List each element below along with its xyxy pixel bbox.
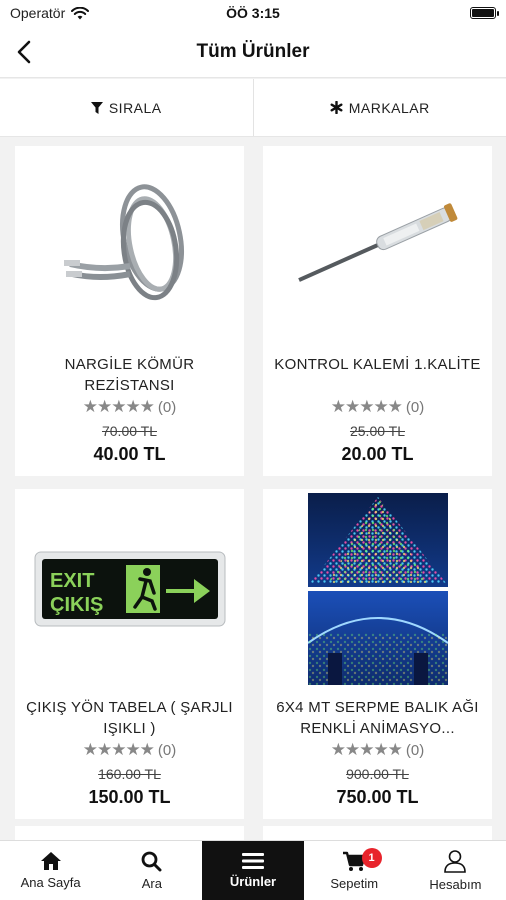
product-price: 40.00 TL [93,444,166,464]
tab-cart[interactable]: 1 Sepetim [304,841,405,900]
exit-sign-icon: EXIT ÇIKIŞ [34,551,225,627]
product-name: ÇIKIŞ YÖN TABELA ( ŞARJLI IŞIKLI ) [26,699,233,737]
filter-icon [90,101,103,114]
tab-label: Sepetim [330,875,379,891]
product-name: 6X4 MT SERPME BALIK AĞI RENKLİ ANİMASYO.… [276,699,479,737]
product-name: KONTROL KALEMİ 1.KALİTE [274,356,481,373]
product-card[interactable]: KONTROL KALEMİ 1.KALİTE ★★★★★ (0) 25.00 … [263,146,492,476]
review-count: (0) [405,398,425,416]
sort-label: SIRALA [108,99,162,116]
product-name: NARGİLE KÖMÜR REZİSTANSI [64,356,195,394]
home-icon [40,852,61,870]
product-price: 20.00 TL [341,444,414,464]
tab-bar: Ana Sayfa Ara Ürünler 1 Sepetim Hesabım [0,840,506,900]
battery-icon [470,7,499,19]
star-rating-icon: ★★★★★ [330,740,403,759]
product-card[interactable]: EXIT ÇIKIŞ ÇIKIŞ YÖN TABELA ( ŞARJLI IŞI… [15,489,244,819]
review-count: (0) [157,398,177,416]
status-bar: Operatör ÖÖ 3:15 [0,0,506,26]
tab-label: Ara [141,875,162,891]
tab-search[interactable]: Ara [101,841,202,900]
product-price: 150.00 TL [88,787,171,807]
cart-count-badge: 1 [361,848,382,868]
coil-icon [63,184,184,301]
product-rating: ★★★★★ (0) [331,397,425,417]
back-button[interactable] [8,36,40,68]
old-price: 70.00 TL [101,423,157,439]
product-image [263,489,492,689]
product-rating: ★★★★★ (0) [83,397,177,417]
tab-products[interactable]: Ürünler [202,841,304,900]
product-card[interactable]: NARGİLE KÖMÜR REZİSTANSI ★★★★★ (0) 70.00… [15,146,244,476]
sign-text-cikis: ÇIKIŞ [50,594,103,616]
brands-label: MARKALAR [348,99,430,116]
old-price: 25.00 TL [349,423,405,439]
screwdriver-icon [297,203,457,282]
product-image [15,146,244,346]
review-count: (0) [157,741,177,759]
page-title: Tüm Ürünler [196,40,310,62]
sign-text-exit: EXIT [50,570,94,592]
carrier-label: Operatör [10,5,66,21]
star-rating-icon: ★★★★★ [82,397,155,416]
filter-bar: SIRALA MARKALAR [0,79,506,137]
tab-home[interactable]: Ana Sayfa [0,841,101,900]
carrier-group: Operatör [10,5,90,21]
star-rating-icon: ★★★★★ [330,397,403,416]
menu-icon [242,853,264,869]
tab-account[interactable]: Hesabım [405,841,506,900]
product-grid: NARGİLE KÖMÜR REZİSTANSI ★★★★★ (0) 70.00… [15,146,493,819]
brands-button[interactable]: MARKALAR [254,79,506,136]
tab-label: Ana Sayfa [20,875,81,890]
user-icon [444,850,467,873]
wifi-icon [71,6,90,19]
review-count: (0) [405,741,425,759]
product-price: 750.00 TL [336,787,419,807]
product-rating: ★★★★★ (0) [83,740,177,760]
search-icon [141,851,162,871]
navigation-bar: Tüm Ürünler [0,26,506,78]
asterisk-icon [330,101,343,114]
tab-label: Hesabım [429,877,482,892]
old-price: 900.00 TL [346,766,409,782]
product-rating: ★★★★★ (0) [331,740,425,760]
tab-label: Ürünler [229,874,277,889]
product-card[interactable]: 6X4 MT SERPME BALIK AĞI RENKLİ ANİMASYO.… [263,489,492,819]
sort-button[interactable]: SIRALA [0,79,253,136]
product-image: EXIT ÇIKIŞ [15,489,244,689]
old-price: 160.00 TL [98,766,161,782]
chevron-left-icon [17,40,31,64]
led-lights-icon [307,493,448,685]
product-image [263,146,492,346]
star-rating-icon: ★★★★★ [82,740,155,759]
